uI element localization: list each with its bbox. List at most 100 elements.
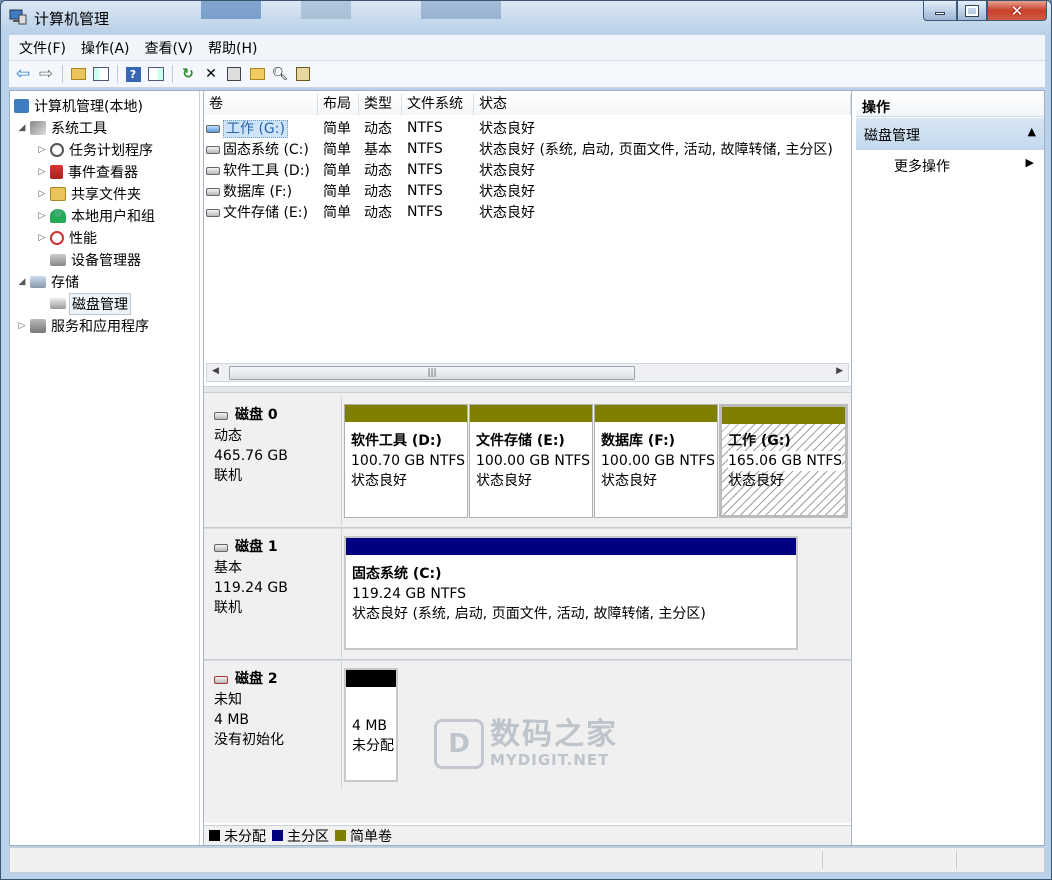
volume-icon (206, 166, 220, 175)
expand-arrow-icon[interactable]: ▷ (36, 167, 48, 177)
tree-item-storage[interactable]: ◢ 存储 (16, 271, 81, 292)
collapse-arrow-icon[interactable]: ◢ (16, 123, 28, 133)
delete-icon: ✕ (205, 66, 217, 82)
disk-1-info[interactable]: 磁盘 1 基本 119.24 GB 联机 (206, 529, 342, 657)
expand-arrow-icon[interactable]: ▷ (36, 189, 48, 199)
partition-f[interactable]: 数据库 (F:) 100.00 GB NTFS 状态良好 (594, 404, 718, 518)
volume-list-header: 卷 布局 类型 文件系统 状态 (204, 94, 851, 115)
disk-management-icon (50, 298, 66, 309)
services-icon (30, 318, 46, 333)
action-pane-icon (148, 67, 164, 81)
computer-management-icon (14, 98, 29, 113)
forward-button[interactable]: ⇨ (35, 63, 57, 85)
tree-item-services-apps[interactable]: ▷ 服务和应用程序 (16, 315, 151, 336)
pane-splitter[interactable] (204, 386, 851, 393)
up-level-button[interactable] (67, 63, 89, 85)
volume-row[interactable]: 工作 (G:) 简单 动态 NTFS 状态良好 (204, 117, 851, 138)
menu-help[interactable]: 帮助(H) (202, 38, 266, 58)
volume-row[interactable]: 数据库 (F:) 简单 动态 NTFS 状态良好 (204, 180, 851, 201)
console-tree: 计算机管理(本地) ◢ 系统工具 ▷ 任务计划程序 ▷ 事件查看器 ▷ 共享文件… (10, 91, 200, 845)
disk-0-info[interactable]: 磁盘 0 动态 465.76 GB 联机 (206, 397, 342, 525)
open-button[interactable] (246, 63, 268, 85)
expand-arrow-icon[interactable]: ▷ (16, 321, 28, 331)
performance-icon (50, 230, 64, 245)
tree-item-shared-folders[interactable]: ▷ 共享文件夹 (36, 183, 143, 204)
expand-arrow-icon[interactable]: ▷ (36, 211, 48, 221)
volume-row[interactable]: 文件存储 (E:) 简单 动态 NTFS 状态良好 (204, 201, 851, 222)
menu-file[interactable]: 文件(F) (13, 38, 75, 58)
computer-management-window: 计算机管理 ✕ 文件(F) 操作(A) 查看(V) 帮助(H) ⇦ ⇨ ? ↻ … (0, 0, 1052, 880)
column-status[interactable]: 状态 (474, 94, 851, 115)
actions-group-disk-management[interactable]: 磁盘管理 ▲ (856, 118, 1044, 150)
search-icon: 🔍︎ (271, 66, 289, 82)
device-manager-icon (50, 253, 66, 266)
scroll-right-icon[interactable]: ▶ (836, 366, 843, 376)
partition-c[interactable]: 固态系统 (C:) 119.24 GB NTFS 状态良好 (系统, 启动, 页面文… (344, 536, 798, 650)
unallocated-swatch (209, 830, 220, 841)
search-button[interactable]: 🔍︎ (269, 63, 291, 85)
unallocated-partition[interactable]: 4 MB 未分配 (344, 668, 398, 782)
tree-item-device-manager[interactable]: 设备管理器 (48, 249, 143, 270)
column-volume[interactable]: 卷 (204, 94, 318, 115)
expand-arrow-icon[interactable]: ▷ (36, 233, 48, 243)
partition-g-selected[interactable]: 工作 (G:) 165.06 GB NTFS 状态良好 (719, 404, 848, 518)
tree-item-performance[interactable]: ▷ 性能 (36, 227, 99, 248)
client-area: 计算机管理(本地) ◢ 系统工具 ▷ 任务计划程序 ▷ 事件查看器 ▷ 共享文件… (9, 90, 1045, 846)
refresh-button[interactable]: ↻ (177, 63, 199, 85)
column-type[interactable]: 类型 (359, 94, 402, 115)
volume-icon (206, 124, 220, 133)
window-title: 计算机管理 (34, 10, 110, 28)
refresh-icon: ↻ (182, 66, 194, 82)
more-tools-button[interactable] (292, 63, 314, 85)
horizontal-scrollbar[interactable]: ◀ ||| ▶ (206, 363, 849, 382)
partition-d[interactable]: 软件工具 (D:) 100.70 GB NTFS 状态良好 (344, 404, 468, 518)
house-logo-icon: D (434, 719, 484, 769)
menu-action[interactable]: 操作(A) (75, 38, 139, 58)
maximize-button[interactable] (957, 1, 987, 21)
show-hide-action-pane-button[interactable] (145, 63, 167, 85)
disk-properties-icon (296, 67, 310, 81)
disk-2-info[interactable]: 磁盘 2 未知 4 MB 没有初始化 (206, 661, 342, 789)
column-filesystem[interactable]: 文件系统 (402, 94, 474, 115)
more-actions-item[interactable]: 更多操作 ▶ (856, 150, 1044, 178)
disk-graphical-view: 磁盘 0 动态 465.76 GB 联机 软件工具 (D:) 100.70 GB … (204, 393, 851, 823)
menu-bar: 文件(F) 操作(A) 查看(V) 帮助(H) (9, 35, 1045, 61)
show-hide-tree-button[interactable] (90, 63, 112, 85)
uninitialized-disk-icon (214, 675, 228, 684)
primary-swatch (272, 830, 283, 841)
title-bar[interactable]: 计算机管理 ✕ (1, 1, 1051, 34)
back-button[interactable]: ⇦ (12, 63, 34, 85)
tree-item-task-scheduler[interactable]: ▷ 任务计划程序 (36, 139, 155, 160)
volume-icon (206, 208, 220, 217)
delete-button[interactable]: ✕ (200, 63, 222, 85)
volume-row[interactable]: 固态系统 (C:) 简单 基本 NTFS 状态良好 (系统, 启动, 页面文件,… (204, 138, 851, 159)
scroll-left-icon[interactable]: ◀ (212, 366, 219, 376)
tree-item-event-viewer[interactable]: ▷ 事件查看器 (36, 161, 140, 182)
computer-management-icon (9, 9, 27, 25)
console-tree-icon (93, 67, 109, 81)
tree-item-disk-management[interactable]: 磁盘管理 (48, 292, 131, 315)
collapse-up-icon[interactable]: ▲ (1028, 125, 1036, 143)
tools-icon (30, 120, 46, 135)
scrollbar-thumb[interactable]: ||| (229, 366, 635, 380)
expand-arrow-icon[interactable]: ▷ (36, 145, 48, 155)
folder-open-icon (249, 68, 265, 80)
help-button[interactable]: ? (122, 63, 144, 85)
close-button[interactable]: ✕ (987, 1, 1047, 21)
back-arrow-icon: ⇦ (15, 64, 31, 84)
tree-item-local-users[interactable]: ▷ 本地用户和组 (36, 205, 157, 226)
tree-item-system-tools[interactable]: ◢ 系统工具 (16, 117, 109, 138)
column-layout[interactable]: 布局 (318, 94, 359, 115)
partition-e[interactable]: 文件存储 (E:) 100.00 GB NTFS 状态良好 (469, 404, 593, 518)
collapse-arrow-icon[interactable]: ◢ (16, 277, 28, 287)
tree-item-root[interactable]: 计算机管理(本地) (12, 95, 145, 116)
shared-folder-icon (50, 186, 66, 201)
menu-view[interactable]: 查看(V) (139, 38, 203, 58)
properties-button[interactable] (223, 63, 245, 85)
clock-icon (50, 142, 64, 157)
properties-icon (227, 67, 241, 81)
minimize-button[interactable] (923, 1, 957, 21)
volume-row[interactable]: 软件工具 (D:) 简单 动态 NTFS 状态良好 (204, 159, 851, 180)
actions-pane: 操作 磁盘管理 ▲ 更多操作 ▶ (856, 91, 1044, 845)
forward-arrow-icon: ⇨ (38, 64, 54, 84)
